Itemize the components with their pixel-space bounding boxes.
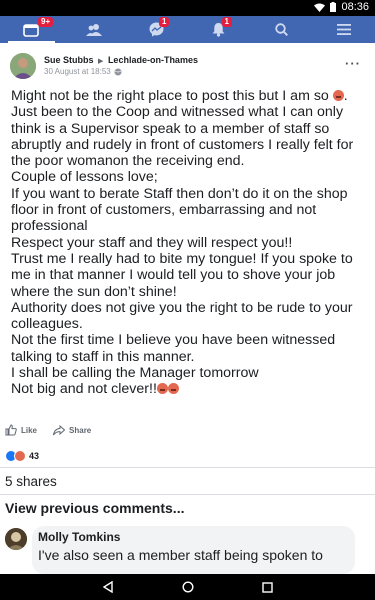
nav-notifications[interactable]: 1 bbox=[188, 16, 251, 43]
clock: 08:36 bbox=[341, 1, 369, 13]
home-badge: 9+ bbox=[38, 17, 54, 27]
nav-search[interactable] bbox=[250, 16, 313, 43]
android-navigation-bar bbox=[0, 574, 375, 600]
caret-right-icon: ▶ bbox=[98, 58, 104, 65]
angry-emoji-icon bbox=[156, 383, 168, 395]
post-line: talking to staff in this manner. bbox=[11, 348, 195, 365]
nav-home[interactable]: 9+ bbox=[0, 16, 63, 43]
wifi-icon bbox=[314, 3, 326, 12]
post-actions: Like Share bbox=[5, 424, 91, 436]
thumbs-up-icon bbox=[5, 424, 17, 436]
view-previous-comments-link[interactable]: View previous comments... bbox=[5, 500, 184, 516]
author-name[interactable]: Sue Stubbs bbox=[44, 55, 94, 65]
search-icon bbox=[275, 23, 288, 36]
divider bbox=[0, 467, 375, 468]
home-circle-icon[interactable] bbox=[182, 581, 194, 593]
audience-globe-icon bbox=[114, 68, 122, 75]
home-icon bbox=[23, 23, 40, 37]
author-avatar[interactable] bbox=[10, 53, 36, 79]
comment-text: I've also seen a member staff being spok… bbox=[38, 547, 323, 563]
post-header: Sue Stubbs ▶ Lechlade-on-Thames 30 Augus… bbox=[8, 50, 367, 82]
post-line: Might not be the right place to post thi… bbox=[11, 88, 348, 104]
post-line: Not big and not clever!! bbox=[11, 381, 369, 397]
like-label: Like bbox=[21, 425, 38, 435]
angry-emoji-icon bbox=[167, 383, 179, 395]
post-line: Just been to the Coop and witnessed what… bbox=[11, 104, 344, 121]
share-label: Share bbox=[69, 425, 92, 435]
post-line: I shall be calling the Manager tomorrow bbox=[11, 365, 259, 382]
post-line: Not the first time I believe you have be… bbox=[11, 332, 336, 349]
comment-bubble[interactable]: Molly Tomkins I've also seen a member st… bbox=[32, 526, 355, 574]
nav-messenger[interactable]: 1 bbox=[125, 16, 188, 43]
post-line: floor in front of customers, embarrassin… bbox=[11, 202, 317, 219]
friends-icon bbox=[85, 23, 102, 36]
facebook-nav-bar: 9+ 1 1 bbox=[0, 16, 375, 43]
share-arrow-icon bbox=[53, 424, 66, 435]
share-button[interactable]: Share bbox=[53, 424, 91, 436]
notifications-badge: 1 bbox=[221, 17, 232, 27]
like-button[interactable]: Like bbox=[5, 424, 37, 436]
post-line: me in that manner I would tell you to sh… bbox=[11, 267, 336, 284]
group-name[interactable]: Lechlade-on-Thames bbox=[108, 55, 198, 65]
post-line: Couple of lessons love; bbox=[11, 169, 158, 186]
comment-author[interactable]: Molly Tomkins bbox=[38, 530, 349, 544]
status-bar: 08:36 bbox=[0, 0, 375, 16]
reactions-summary[interactable]: 43 bbox=[5, 450, 39, 462]
post-line: the poor womanon the receiving end. bbox=[11, 153, 245, 170]
reaction-count: 43 bbox=[29, 451, 40, 461]
battery-icon bbox=[330, 2, 337, 12]
shares-count[interactable]: 5 shares bbox=[5, 474, 57, 489]
post-line: Trust me I really had to bite my tongue!… bbox=[11, 250, 353, 267]
angry-emoji-icon bbox=[332, 90, 344, 101]
post-timestamp[interactable]: 30 August at 18:53 bbox=[44, 67, 111, 76]
hamburger-menu-icon bbox=[336, 24, 351, 35]
post-line: colleagues. bbox=[11, 316, 83, 333]
angry-reaction-icon bbox=[14, 450, 26, 462]
post-line: think is a Supervisor speak to a member … bbox=[11, 120, 330, 137]
commenter-avatar[interactable] bbox=[5, 528, 27, 550]
back-icon[interactable] bbox=[102, 581, 114, 593]
post-line: where the sun don’t shine! bbox=[11, 283, 177, 300]
post-line: Respect your staff and they will respect… bbox=[11, 234, 293, 251]
messenger-badge: 1 bbox=[159, 17, 170, 27]
post-line: If you want to berate Staff then don’t d… bbox=[11, 185, 348, 202]
nav-friends[interactable] bbox=[63, 16, 126, 43]
post-text: Might not be the right place to post thi… bbox=[11, 88, 369, 398]
author-line: Sue Stubbs ▶ Lechlade-on-Thames bbox=[44, 55, 198, 65]
post-line: Authority does not give you the right to… bbox=[11, 299, 353, 316]
nav-menu[interactable] bbox=[313, 16, 375, 43]
more-options-button[interactable]: ··· bbox=[345, 56, 361, 71]
active-tab-indicator bbox=[8, 41, 55, 43]
post-line: abruptly and rudely in front of customer… bbox=[11, 136, 354, 153]
post-line: professional bbox=[11, 218, 88, 235]
post-meta: 30 August at 18:53 bbox=[44, 67, 122, 76]
divider bbox=[0, 494, 375, 495]
recent-apps-icon[interactable] bbox=[262, 581, 273, 593]
